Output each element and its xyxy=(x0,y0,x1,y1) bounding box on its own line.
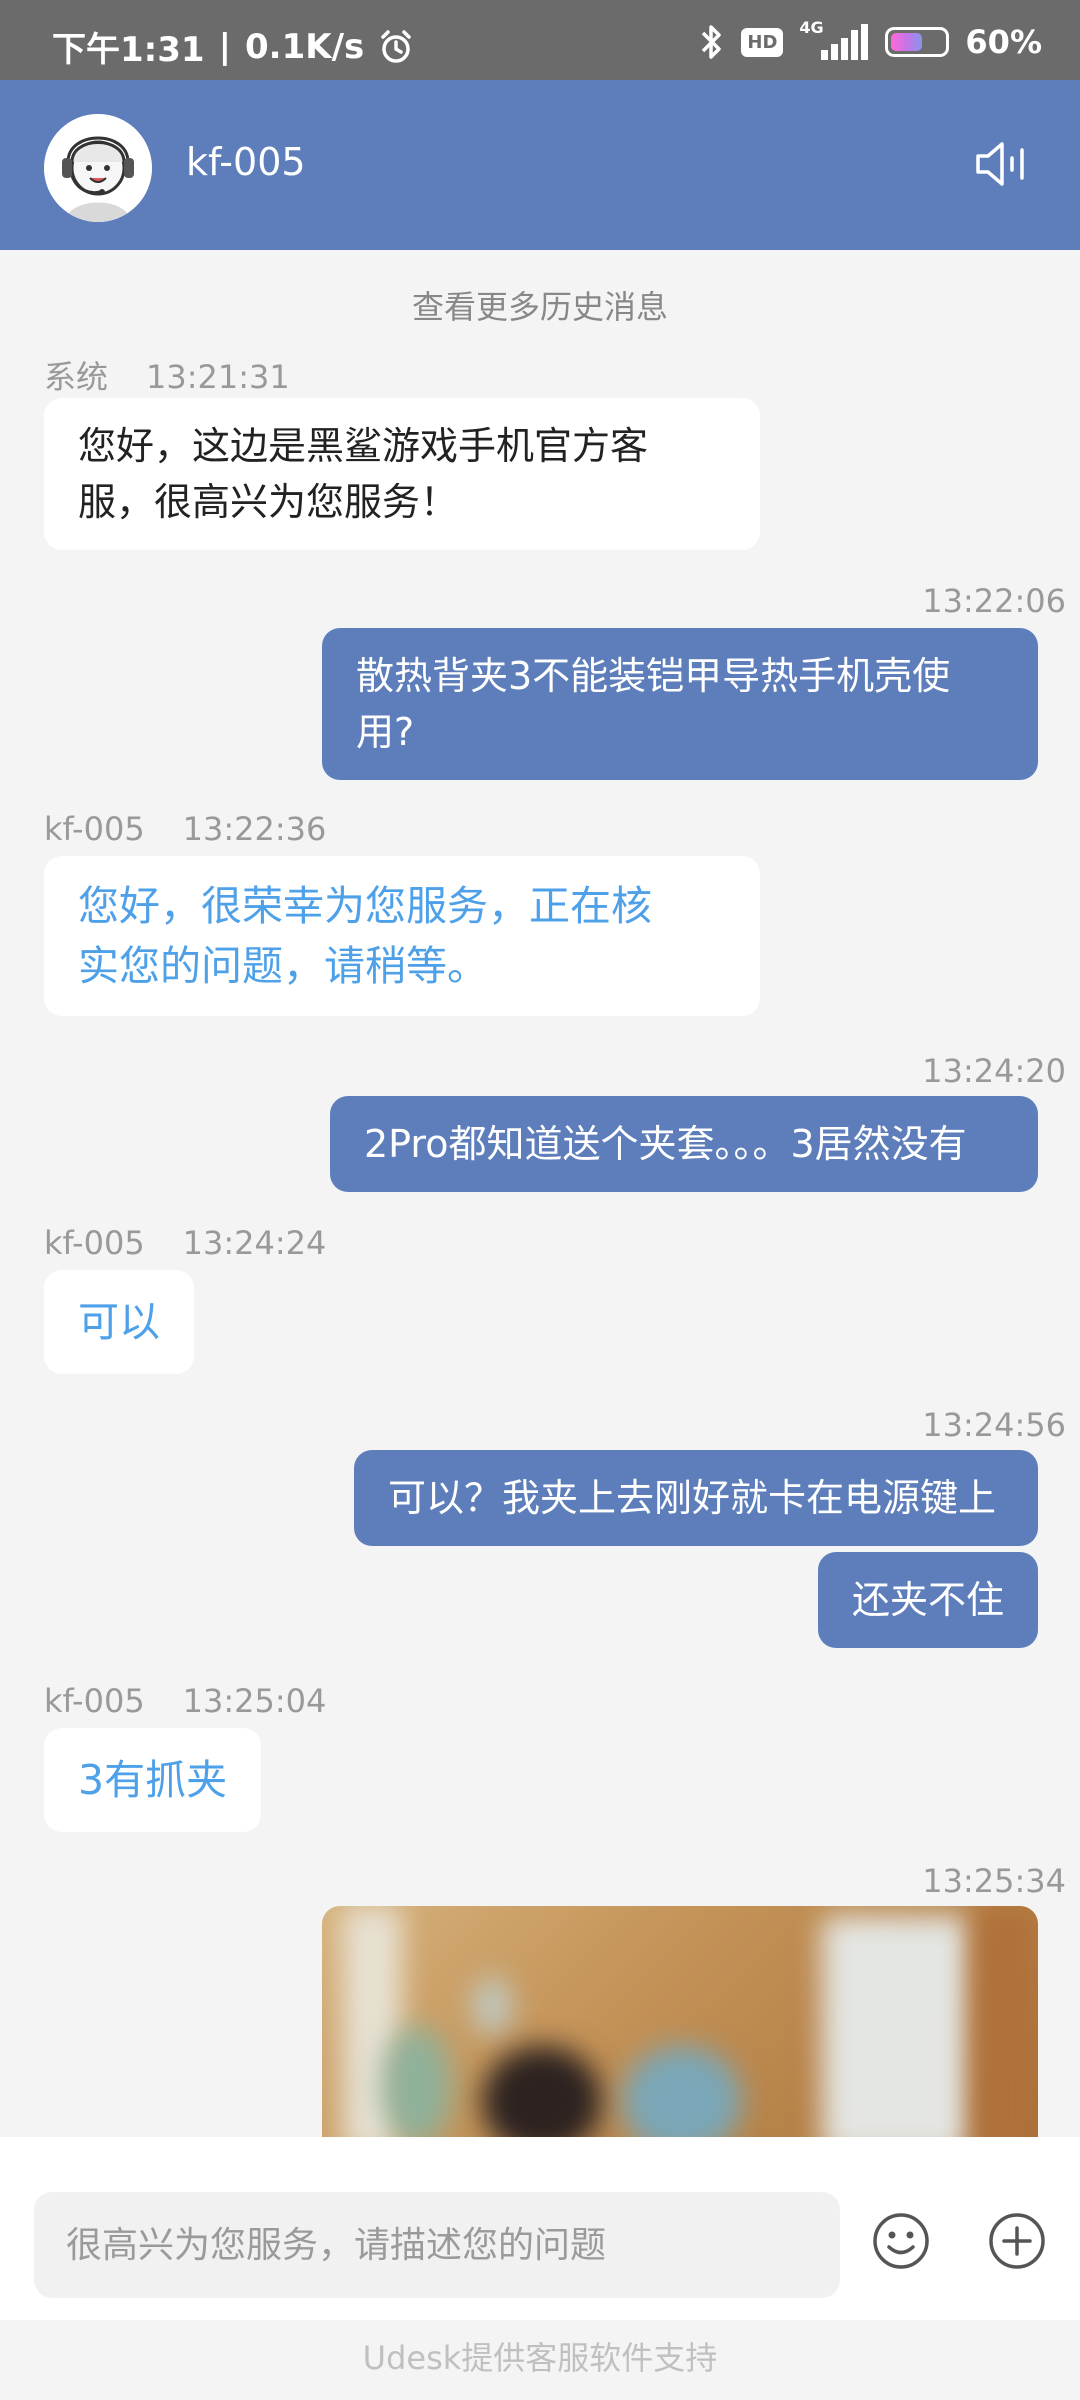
bluetooth-icon xyxy=(702,25,722,59)
message-line: 服，很高兴为您服务！ xyxy=(78,480,459,524)
battery-icon xyxy=(885,27,950,57)
message-time: 13:24:20 xyxy=(922,1052,1066,1090)
chat-messages: 查看更多历史消息 系统 13:21:31 您好，这边是黑鲨游戏手机官方客 服，很高… xyxy=(0,250,1080,2137)
message-time: 13:25:04 xyxy=(182,1682,327,1720)
message-line: 您好，很荣幸为您服务，正在核 xyxy=(78,882,652,930)
status-separator: | xyxy=(218,26,231,67)
image-message[interactable] xyxy=(322,1906,1038,2137)
status-bar: 下午1:31 | 0.1K/s HD 4G 60% xyxy=(0,0,1080,80)
battery-percent: 60% xyxy=(965,23,1042,61)
message-time: 13:21:31 xyxy=(146,358,290,396)
agent-name: kf-005 xyxy=(186,140,306,184)
incoming-message: 您好，这边是黑鲨游戏手机官方客 服，很高兴为您服务！ xyxy=(44,398,760,550)
incoming-message: 3有抓夹 xyxy=(44,1728,262,1832)
hd-badge: HD xyxy=(741,27,784,57)
battery-level xyxy=(891,33,923,51)
signal-icon: 4G xyxy=(799,18,869,62)
message-sender: kf-005 xyxy=(44,810,145,848)
outgoing-message: 可以？我夹上去刚好就卡在电源键上 xyxy=(354,1450,1038,1546)
incoming-message: 可以 xyxy=(44,1270,194,1374)
message-line: 用? xyxy=(356,710,415,754)
message-time: 13:22:06 xyxy=(922,582,1066,620)
message-line: 实您的问题，请稍等。 xyxy=(78,942,488,990)
status-speed: 0.1K/s xyxy=(245,26,365,67)
powered-by-footer: Udesk提供客服软件支持 xyxy=(0,2320,1080,2400)
message-line: 散热背夹3不能装铠甲导热手机壳使 xyxy=(356,654,951,698)
message-sender: kf-005 xyxy=(44,1682,145,1720)
message-sender: kf-005 xyxy=(44,1224,145,1262)
outgoing-message: 2Pro都知道送个夹套。。。3居然没有 xyxy=(330,1096,1038,1192)
incoming-message: 您好，很荣幸为您服务，正在核 实您的问题，请稍等。 xyxy=(44,856,760,1016)
message-sender: 系统 xyxy=(44,358,109,396)
outgoing-message: 还夹不住 xyxy=(817,1552,1038,1648)
message-time: 13:25:34 xyxy=(922,1862,1066,1900)
message-time: 13:22:36 xyxy=(182,810,327,848)
outgoing-message: 散热背夹3不能装铠甲导热手机壳使 用? xyxy=(322,628,1038,780)
customer-service-avatar-icon xyxy=(44,114,152,222)
agent-avatar[interactable] xyxy=(44,114,152,222)
message-line: 您好，这边是黑鲨游戏手机官方客 xyxy=(78,424,649,468)
chat-header: kf-005 xyxy=(0,80,1080,250)
status-time: 下午1:31 xyxy=(52,30,205,70)
message-meta: kf-005 13:25:04 xyxy=(44,1682,326,1720)
load-more-history-link[interactable]: 查看更多历史消息 xyxy=(0,282,1080,328)
plus-icon[interactable] xyxy=(988,2212,1046,2270)
message-input[interactable] xyxy=(34,2192,840,2298)
message-meta: 系统 13:21:31 xyxy=(44,352,290,398)
speaker-icon[interactable] xyxy=(972,136,1028,192)
smiley-icon[interactable] xyxy=(872,2212,930,2270)
message-time: 13:24:24 xyxy=(182,1224,327,1262)
message-meta: kf-005 13:24:24 xyxy=(44,1224,326,1262)
message-meta: kf-005 13:22:36 xyxy=(44,810,326,848)
alarm-icon xyxy=(381,29,411,63)
message-time: 13:24:56 xyxy=(922,1406,1066,1444)
